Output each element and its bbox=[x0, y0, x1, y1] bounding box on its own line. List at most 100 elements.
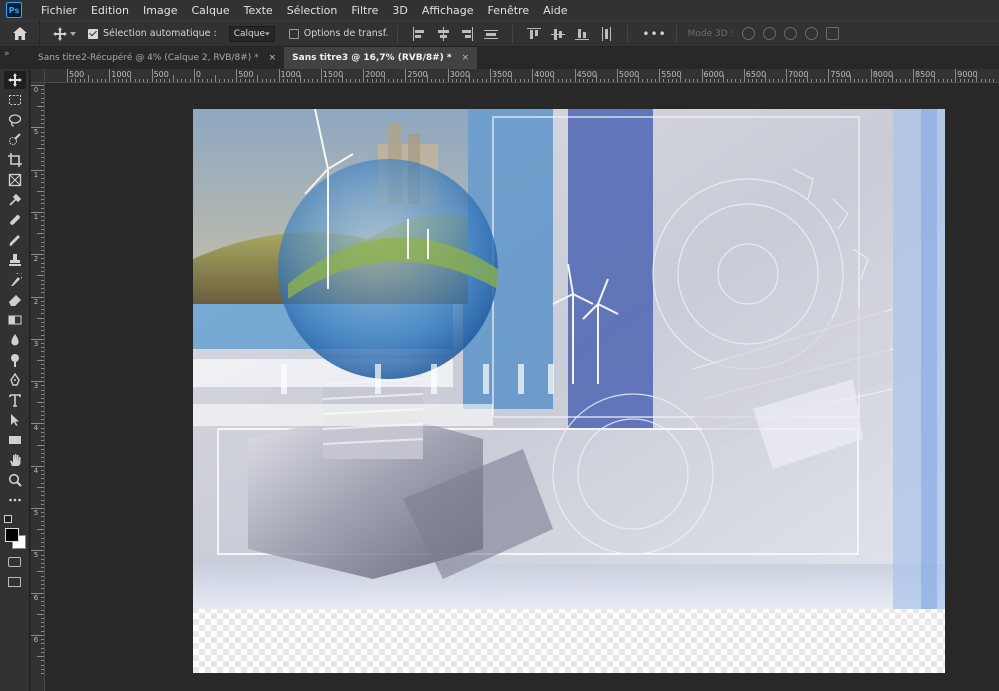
close-icon[interactable]: × bbox=[269, 53, 277, 63]
ruler-label: 1000 bbox=[111, 70, 132, 79]
menu-filtre[interactable]: Filtre bbox=[344, 4, 385, 17]
distribute-icon[interactable] bbox=[484, 27, 499, 41]
align-right-icon[interactable] bbox=[460, 26, 474, 41]
gradient-tool-button[interactable] bbox=[4, 311, 26, 329]
ruler-label: 4 bbox=[33, 424, 39, 433]
quick-select-tool-button[interactable] bbox=[4, 131, 26, 149]
tab-document-2[interactable]: Sans titre3 @ 16,7% (RVB/8#) * × bbox=[284, 47, 478, 69]
frame-tool-button[interactable] bbox=[4, 171, 26, 189]
crop-tool-button[interactable] bbox=[4, 151, 26, 169]
menu-affichage[interactable]: Affichage bbox=[415, 4, 481, 17]
home-button[interactable] bbox=[0, 20, 40, 47]
ruler-tick bbox=[109, 69, 111, 82]
distribute-vertical-icon[interactable] bbox=[599, 26, 613, 41]
tab-document-1[interactable]: Sans titre2-Récupéré @ 4% (Calque 2, RVB… bbox=[30, 47, 285, 69]
eraser-tool-button[interactable] bbox=[4, 291, 26, 309]
move-tool-preset[interactable] bbox=[40, 26, 88, 41]
screen-mode-icon[interactable] bbox=[8, 577, 21, 587]
document-canvas[interactable] bbox=[193, 109, 945, 673]
marquee-tool-button[interactable] bbox=[4, 91, 26, 109]
menu-edition[interactable]: Edition bbox=[84, 4, 136, 17]
healing-brush-tool-icon bbox=[10, 215, 20, 225]
ruler-tick bbox=[490, 69, 491, 82]
transform-options-checkbox[interactable] bbox=[288, 28, 299, 39]
brush-tool-button[interactable] bbox=[4, 231, 26, 249]
transform-options-label: Options de transf. bbox=[303, 28, 389, 39]
menu-calque[interactable]: Calque bbox=[184, 4, 236, 17]
align-center-horizontal-icon[interactable] bbox=[436, 26, 450, 41]
ruler-label: 1500 bbox=[322, 70, 344, 79]
ruler-tick bbox=[870, 69, 872, 82]
auto-select-target-dropdown[interactable]: Calque bbox=[228, 25, 275, 42]
foreground-color-swatch[interactable] bbox=[5, 528, 19, 542]
menu-items: Fichier Edition Image Calque Texte Sélection F… bbox=[34, 4, 574, 17]
ruler-label: 4500 bbox=[576, 70, 597, 79]
ruler-label: 3 bbox=[33, 382, 39, 391]
align-left-icon[interactable] bbox=[412, 26, 426, 41]
ruler-tick bbox=[701, 69, 703, 82]
clone-stamp-tool-button[interactable] bbox=[4, 251, 26, 269]
dodge-tool-button[interactable] bbox=[4, 351, 26, 369]
ruler-label: 500 bbox=[238, 70, 254, 79]
rectangle-tool-button[interactable] bbox=[4, 431, 26, 449]
eyedropper-tool-button[interactable] bbox=[4, 191, 26, 209]
hand-tool-button[interactable] bbox=[4, 451, 26, 469]
menu-3d[interactable]: 3D bbox=[385, 4, 414, 17]
history-brush-tool-icon bbox=[11, 273, 22, 286]
path-select-tool-icon bbox=[11, 414, 19, 426]
menu-aide[interactable]: Aide bbox=[536, 4, 574, 17]
ruler-label: 4 bbox=[33, 466, 39, 475]
ruler-tick bbox=[236, 69, 238, 82]
ruler-label: 7500 bbox=[830, 70, 851, 79]
eraser-tool-icon bbox=[9, 295, 21, 306]
zoom-tool-button[interactable] bbox=[4, 471, 26, 489]
ruler-label: 6 bbox=[33, 635, 39, 644]
type-tool-button[interactable] bbox=[4, 391, 26, 409]
close-icon[interactable]: × bbox=[462, 53, 470, 63]
crop-tool-icon bbox=[8, 153, 22, 167]
menu-bar: Ps Fichier Edition Image Calque Texte Sélecti… bbox=[0, 0, 999, 20]
orbit-3d-icon bbox=[741, 27, 755, 40]
ruler-tick bbox=[405, 69, 407, 82]
panel-collapse-icon[interactable]: » bbox=[0, 47, 30, 69]
menu-s-lection[interactable]: Sélection bbox=[280, 4, 345, 17]
ruler-label: 5000 bbox=[618, 70, 640, 79]
ruler-tick bbox=[743, 69, 745, 82]
menu-texte[interactable]: Texte bbox=[237, 4, 280, 17]
blur-tool-button[interactable] bbox=[4, 331, 26, 349]
ruler-vertical[interactable]: 0 5 1 1 2 2 3 3 4 4 5 5 6 6 bbox=[31, 83, 45, 691]
ruler-tick bbox=[320, 69, 322, 82]
auto-select-checkbox[interactable] bbox=[88, 28, 98, 39]
ruler-label: 2 bbox=[33, 255, 39, 264]
default-colors-icon[interactable] bbox=[4, 515, 12, 523]
menu-fichier[interactable]: Fichier bbox=[34, 4, 84, 17]
auto-select-label: Sélection automatique : bbox=[103, 28, 217, 39]
menu-image[interactable]: Image bbox=[136, 4, 184, 17]
ruler-horizontal[interactable]: 500 1000 500 0 500 1000 1500 2000 2500 3000 3500 40… bbox=[45, 69, 999, 83]
ruler-label: 2 bbox=[33, 297, 39, 306]
more-options-button[interactable]: ••• bbox=[642, 27, 666, 41]
align-top-icon[interactable] bbox=[527, 27, 542, 41]
move-tool-button[interactable] bbox=[4, 71, 26, 89]
ruler-label: 500 bbox=[69, 70, 85, 79]
ruler-label: 9000 bbox=[957, 70, 978, 79]
healing-brush-tool-button[interactable] bbox=[4, 211, 26, 229]
edit-toolbar-button[interactable] bbox=[4, 491, 26, 509]
ruler-label: 3500 bbox=[492, 70, 513, 79]
quick-mask-icon[interactable] bbox=[8, 557, 21, 567]
align-middle-vertical-icon[interactable] bbox=[551, 27, 566, 41]
marquee-tool-icon bbox=[9, 95, 21, 105]
pen-tool-button[interactable] bbox=[4, 371, 26, 389]
align-bottom-icon[interactable] bbox=[575, 27, 590, 41]
ruler-label: 5 bbox=[33, 551, 39, 560]
tools-panel bbox=[0, 69, 30, 691]
lasso-tool-button[interactable] bbox=[4, 111, 26, 129]
history-brush-tool-button[interactable] bbox=[4, 271, 26, 289]
zoom-tool-icon bbox=[8, 473, 22, 487]
ruler-corner bbox=[31, 69, 45, 83]
type-tool-icon bbox=[9, 394, 21, 407]
menu-fen-tre[interactable]: Fenêtre bbox=[481, 4, 537, 17]
path-select-tool-button[interactable] bbox=[4, 411, 26, 429]
workspace[interactable] bbox=[45, 83, 999, 691]
composite-image bbox=[193, 109, 945, 609]
